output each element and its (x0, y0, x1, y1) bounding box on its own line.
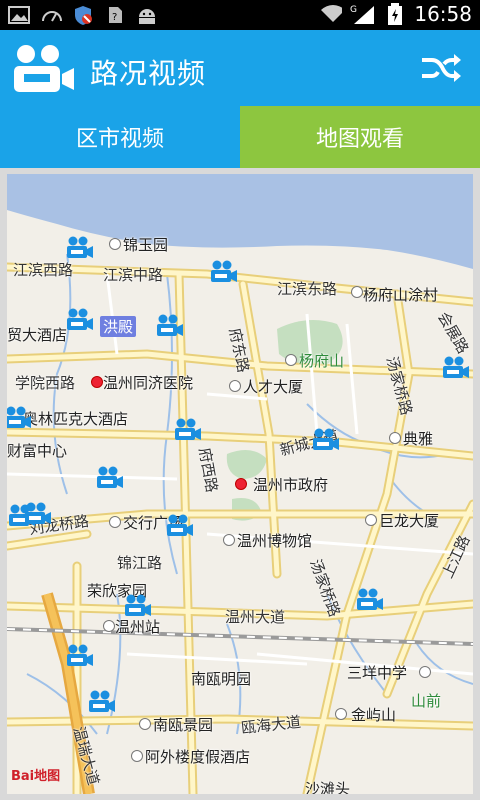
wifi-icon (320, 3, 343, 25)
poi-marker (335, 708, 347, 720)
video-camera-icon[interactable] (355, 588, 383, 612)
map-view[interactable]: 锦玉园 江滨西路 江滨中路 江滨东路 杨府山涂村 会展路 贸大酒店 洪殿 府东路… (7, 174, 473, 794)
video-camera-icon[interactable] (165, 514, 193, 538)
map-label: 温州大道 (225, 608, 286, 626)
video-camera-icon[interactable] (65, 644, 93, 668)
video-camera-icon[interactable] (155, 314, 183, 338)
map-label: 锦玉园 (123, 236, 169, 254)
map-label: 贸大酒店 (7, 326, 68, 344)
tab-bar: 区市视频 地图观看 (0, 106, 480, 168)
map-label-highlight[interactable]: 洪殿 (100, 316, 137, 337)
shield-icon (72, 4, 94, 26)
map-label: 温州市政府 (253, 476, 329, 494)
map-label: 奥林匹克大酒店 (23, 410, 129, 428)
svg-text:?: ? (112, 12, 117, 23)
map-label: 学院西路 (15, 374, 76, 392)
video-camera-icon[interactable] (441, 356, 469, 380)
video-camera-icon[interactable] (87, 690, 115, 714)
video-camera-icon[interactable] (209, 260, 237, 284)
video-camera-icon[interactable] (95, 466, 123, 490)
map-label: 南瓯明园 (191, 670, 252, 688)
poi-marker (223, 534, 235, 546)
poi-marker (285, 354, 297, 366)
battery-icon (384, 3, 406, 25)
map-label: 锦江路 (117, 554, 163, 572)
map-label: 温州站 (115, 618, 161, 636)
android-icon (136, 4, 158, 26)
poi-marker (389, 432, 401, 444)
map-label: 财富中心 (7, 442, 68, 460)
map-label: 南瓯景园 (153, 716, 214, 734)
map-label: 江滨东路 (277, 280, 338, 298)
map-label: 江滨中路 (103, 266, 164, 284)
poi-marker (419, 666, 431, 678)
map-frame: 锦玉园 江滨西路 江滨中路 江滨东路 杨府山涂村 会展路 贸大酒店 洪殿 府东路… (0, 168, 480, 800)
map-label: 金屿山 (351, 706, 397, 724)
shuffle-icon[interactable] (420, 52, 462, 84)
status-bar: ? G 16:58 (0, 0, 480, 30)
poi-marker (351, 286, 363, 298)
signal-icon: G (350, 3, 376, 25)
sim-icon: ? (104, 4, 126, 26)
map-label: 巨龙大厦 (379, 512, 440, 530)
video-camera-icon[interactable] (123, 594, 151, 618)
poi-marker (103, 620, 115, 632)
poi-marker (109, 238, 121, 250)
poi-marker (139, 718, 151, 730)
app-bar: 路况视频 (0, 30, 480, 106)
status-bar-right: G 16:58 (320, 2, 472, 26)
map-label: 三垟中学 (347, 664, 408, 682)
tab-district-video[interactable]: 区市视频 (0, 106, 240, 168)
status-bar-left: ? (8, 4, 158, 26)
status-time: 16:58 (414, 2, 472, 26)
map-label: 江滨西路 (13, 261, 74, 279)
video-camera-icon[interactable] (65, 308, 93, 332)
tab-map-view[interactable]: 地图观看 (240, 106, 480, 168)
map-label: 温州同济医院 (103, 374, 194, 392)
government-icon (235, 478, 247, 490)
poi-marker (365, 514, 377, 526)
app-title: 路况视频 (90, 57, 207, 90)
hospital-icon (91, 376, 103, 388)
poi-marker (131, 750, 143, 762)
map-label: 温州博物馆 (237, 532, 313, 550)
map-label: 杨府山涂村 (363, 286, 439, 304)
map-label: 阿外楼度假酒店 (145, 748, 251, 766)
baidu-map-logo: Bai地图 (11, 769, 61, 784)
poi-marker (109, 516, 121, 528)
video-camera-icon[interactable] (173, 418, 201, 442)
poi-marker (229, 380, 241, 392)
svg-text:G: G (350, 5, 357, 15)
image-icon (8, 4, 30, 26)
camera-icon (12, 44, 78, 94)
map-label: 人才大厦 (243, 378, 304, 396)
map-label: 沙滩头 (305, 780, 351, 794)
map-label: 山前 (411, 692, 442, 710)
video-camera-icon[interactable] (311, 428, 339, 452)
video-camera-icon[interactable] (65, 236, 93, 260)
video-camera-icon[interactable] (23, 502, 51, 526)
map-label: 典雅 (403, 430, 434, 448)
gauge-icon (40, 4, 62, 26)
map-label: 杨府山 (299, 352, 345, 370)
video-camera-icon[interactable] (7, 406, 31, 430)
